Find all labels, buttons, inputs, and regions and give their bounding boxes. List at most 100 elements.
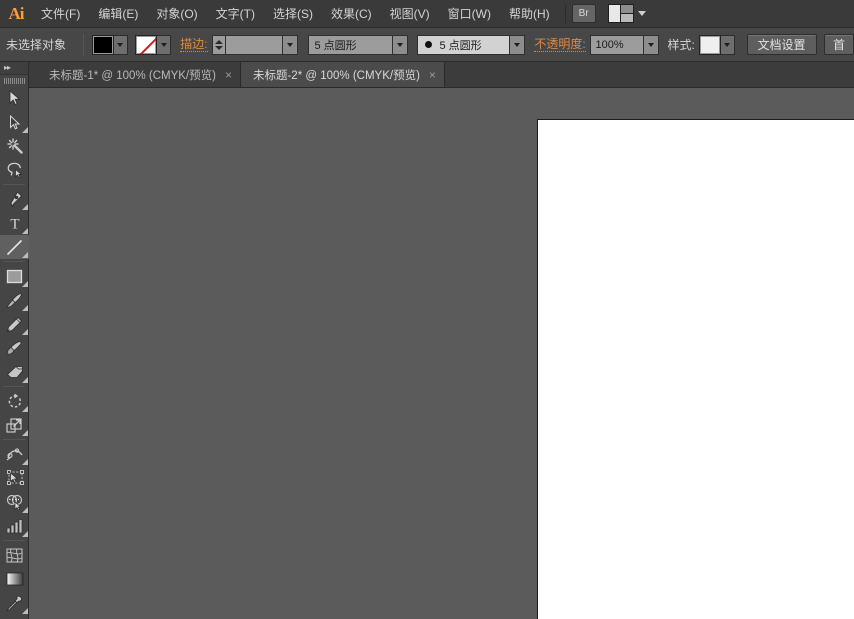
arrange-documents-button[interactable] xyxy=(607,4,646,23)
width-warp-tool[interactable] xyxy=(0,442,29,466)
shape-builder-tool[interactable] xyxy=(0,490,29,514)
canvas-area[interactable]: 极光下载站 www.xz7.com xyxy=(29,88,854,619)
blob-brush-tool[interactable] xyxy=(0,336,29,360)
lasso-tool[interactable] xyxy=(0,158,29,182)
free-transform-tool[interactable] xyxy=(0,466,29,490)
tool-group-indicator-icon xyxy=(22,531,28,537)
opacity-control[interactable]: 100% xyxy=(589,34,659,55)
gradient-tool[interactable] xyxy=(0,567,29,591)
menu-effect[interactable]: 效果(C) xyxy=(322,0,381,28)
bridge-icon[interactable]: Br xyxy=(571,4,596,23)
tool-group-indicator-icon xyxy=(22,507,28,513)
tool-divider-2 xyxy=(3,261,25,262)
graphic-style-control[interactable] xyxy=(698,34,735,55)
brush-preset-control[interactable]: 5 点圆形 xyxy=(417,34,526,55)
pen-tool[interactable] xyxy=(0,187,29,211)
opacity-dropdown[interactable] xyxy=(643,34,659,55)
tool-group-indicator-icon xyxy=(22,281,28,287)
menu-view[interactable]: 视图(V) xyxy=(381,0,439,28)
chevron-down-icon xyxy=(724,42,731,47)
menu-edit[interactable]: 编辑(E) xyxy=(89,0,147,28)
stroke-panel-link[interactable]: 描边: xyxy=(180,37,208,52)
fill-color-control[interactable] xyxy=(91,34,128,55)
opacity-input[interactable]: 100% xyxy=(589,34,644,55)
tool-group-indicator-icon xyxy=(22,228,28,234)
fill-color-swatch[interactable] xyxy=(91,34,114,55)
document-tab-1-title: 未标题-1* @ 100% (CMYK/预览) xyxy=(49,69,216,82)
brush-definition-value[interactable]: 5 点圆形 xyxy=(308,34,394,55)
direct-selection-tool[interactable] xyxy=(0,110,29,134)
illustrator-window: Ai 文件(F) 编辑(E) 对象(O) 文字(T) 选择(S) 效果(C) 视… xyxy=(0,0,854,619)
stroke-color-control[interactable] xyxy=(135,34,172,55)
collapse-panel-icon[interactable]: ▸▸ xyxy=(4,64,11,72)
graphic-style-dropdown[interactable] xyxy=(720,34,735,55)
mesh-tool[interactable] xyxy=(0,543,29,567)
menu-help[interactable]: 帮助(H) xyxy=(500,0,559,28)
graphic-style-swatch[interactable] xyxy=(698,34,721,55)
line-segment-tool[interactable] xyxy=(0,235,29,259)
fill-color-dropdown[interactable] xyxy=(113,34,128,55)
svg-text:T: T xyxy=(10,217,19,232)
document-tab-1[interactable]: 未标题-1* @ 100% (CMYK/预览) × xyxy=(37,62,241,87)
tool-group-indicator-icon xyxy=(22,252,28,258)
menu-window[interactable]: 窗口(W) xyxy=(439,0,500,28)
selection-tool[interactable] xyxy=(0,86,29,110)
close-icon[interactable]: × xyxy=(225,69,232,81)
scale-tool[interactable] xyxy=(0,413,29,437)
pencil-tool[interactable] xyxy=(0,312,29,336)
selection-status-label: 未选择对象 xyxy=(6,38,67,52)
tools-panel-grip[interactable] xyxy=(0,75,28,86)
chevron-down-icon xyxy=(647,42,654,47)
brush-definition-dropdown[interactable] xyxy=(393,34,409,55)
stroke-weight-dropdown[interactable] xyxy=(283,34,299,55)
column-graph-tool[interactable] xyxy=(0,514,29,538)
menu-select[interactable]: 选择(S) xyxy=(264,0,322,28)
artboard[interactable] xyxy=(537,119,854,619)
brush-preset-dropdown[interactable] xyxy=(510,34,526,55)
magic-wand-tool[interactable] xyxy=(0,134,29,158)
menu-file[interactable]: 文件(F) xyxy=(32,0,89,28)
stroke-weight-control[interactable] xyxy=(212,34,299,55)
arrange-documents-icon xyxy=(607,4,634,23)
control-bar: 未选择对象 描边: 5 点圆形 5 点圆形 不透明度: 100% 样式: 文档设… xyxy=(0,28,854,62)
tool-group-indicator-icon xyxy=(22,406,28,412)
stroke-weight-input[interactable] xyxy=(225,34,284,55)
tool-group-indicator-icon xyxy=(22,204,28,210)
brush-round-icon xyxy=(425,41,433,48)
opacity-panel-link[interactable]: 不透明度: xyxy=(534,37,586,52)
brush-definition-control[interactable]: 5 点圆形 xyxy=(308,34,409,55)
close-icon[interactable]: × xyxy=(429,69,436,81)
stroke-color-dropdown[interactable] xyxy=(157,34,172,55)
stroke-weight-stepper[interactable] xyxy=(212,34,226,55)
tool-group-indicator-icon xyxy=(22,608,28,614)
tool-divider-4 xyxy=(3,439,25,440)
eyedropper-tool[interactable] xyxy=(0,591,29,615)
document-tab-2-title: 未标题-2* @ 100% (CMYK/预览) xyxy=(252,69,420,82)
stroke-color-swatch-none[interactable] xyxy=(135,34,158,55)
preferences-button[interactable]: 首 xyxy=(823,34,854,55)
menu-bar: Ai 文件(F) 编辑(E) 对象(O) 文字(T) 选择(S) 效果(C) 视… xyxy=(0,0,854,28)
menu-object[interactable]: 对象(O) xyxy=(147,0,206,28)
paintbrush-tool[interactable] xyxy=(0,288,29,312)
tool-group-indicator-icon xyxy=(22,329,28,335)
stepper-down-icon[interactable] xyxy=(215,45,224,50)
chevron-down-icon xyxy=(397,42,404,47)
type-tool[interactable]: T xyxy=(0,211,29,235)
document-tab-2[interactable]: 未标题-2* @ 100% (CMYK/预览) × xyxy=(240,62,445,87)
stepper-up-icon[interactable] xyxy=(215,39,224,44)
menu-type[interactable]: 文字(T) xyxy=(207,0,264,28)
rotate-tool[interactable] xyxy=(0,389,29,413)
brush-preset-value[interactable]: 5 点圆形 xyxy=(417,34,511,55)
menu-divider xyxy=(564,4,566,23)
tool-group-indicator-icon xyxy=(22,430,28,436)
document-setup-button[interactable]: 文档设置 xyxy=(746,34,817,55)
tool-group-indicator-icon xyxy=(22,377,28,383)
app-logo-icon: Ai xyxy=(8,3,25,23)
document-tab-bar: 未标题-1* @ 100% (CMYK/预览) × 未标题-2* @ 100% … xyxy=(0,62,854,88)
tool-divider-3 xyxy=(3,386,25,387)
eraser-tool[interactable] xyxy=(0,360,29,384)
chevron-down-icon xyxy=(637,11,646,16)
blend-tool[interactable] xyxy=(0,615,29,619)
tools-panel-header[interactable]: ▸▸ xyxy=(0,62,28,75)
rectangle-tool[interactable] xyxy=(0,264,29,288)
